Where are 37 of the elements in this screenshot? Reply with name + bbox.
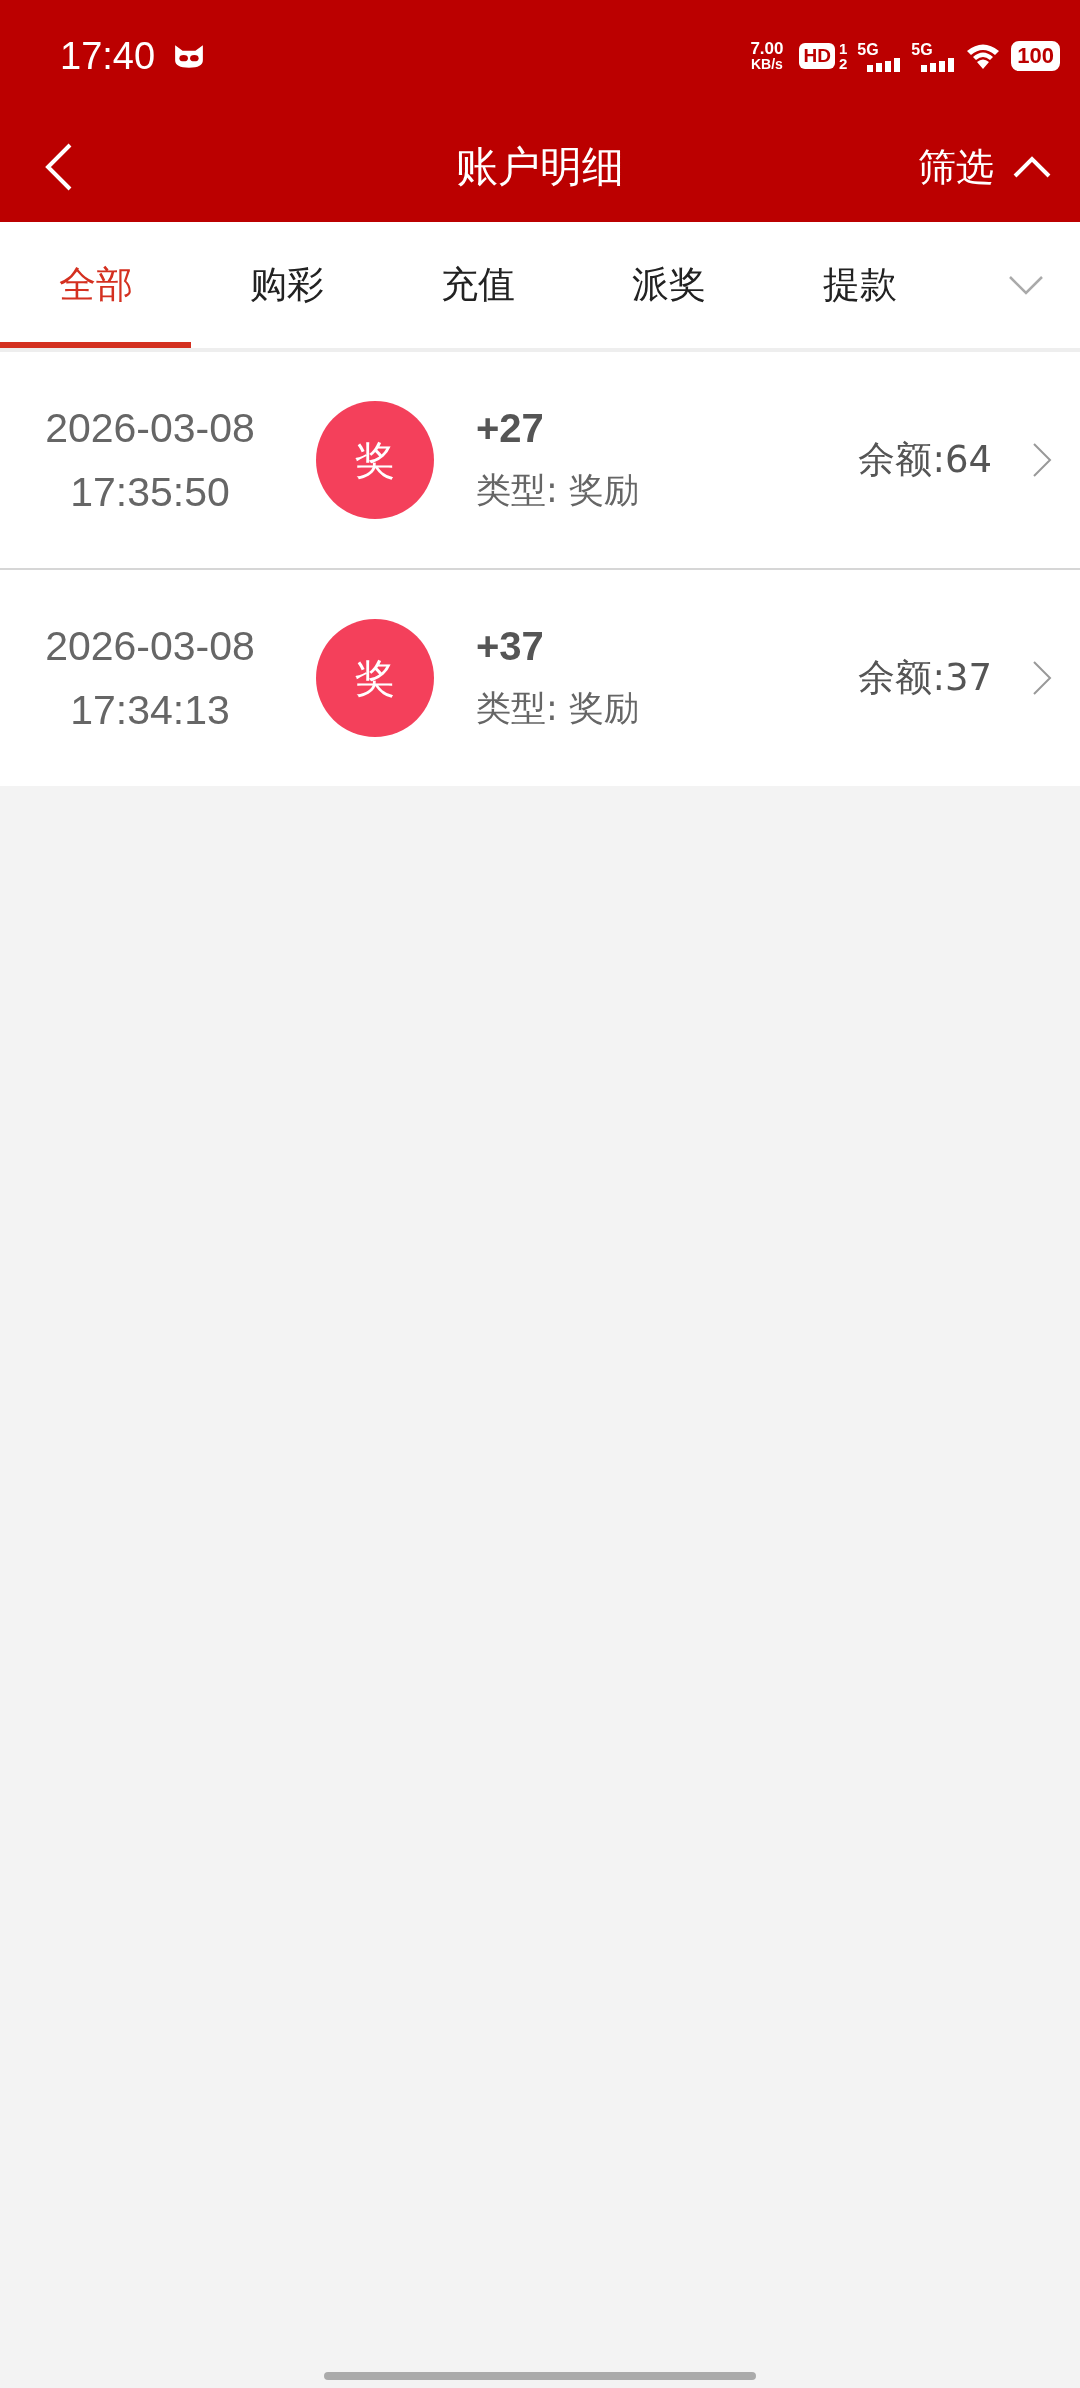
reward-badge: 奖 xyxy=(316,401,434,519)
network-type: 5G xyxy=(911,40,933,58)
record-balance: 余额:64 xyxy=(858,437,992,483)
filter-button[interactable]: 筛选 xyxy=(918,141,994,193)
record-type: 类型: 奖励 xyxy=(476,469,639,512)
record-date: 2026-03-08 xyxy=(45,404,255,453)
tab[interactable]: 提款 xyxy=(764,222,955,348)
net-speed: 7.00 xyxy=(750,40,784,57)
status-time: 17:40 xyxy=(60,34,156,78)
back-icon[interactable] xyxy=(44,142,74,192)
signal-icon xyxy=(867,57,902,72)
record-row[interactable]: 2026-03-08 17:35:50 奖 +27 类型: 奖励 余额:64 xyxy=(0,352,1080,570)
caret-up-icon[interactable] xyxy=(1012,155,1052,179)
record-amount: +27 xyxy=(476,406,545,451)
wifi-icon xyxy=(965,42,1002,70)
tab[interactable]: 购彩 xyxy=(191,222,382,348)
sim-slot-number: 1 xyxy=(838,41,848,56)
record-row[interactable]: 2026-03-08 17:34:13 奖 +37 类型: 奖励 余额:37 xyxy=(0,570,1080,786)
cat-icon xyxy=(173,43,206,69)
chevron-right-icon xyxy=(1032,660,1052,696)
signal-icon xyxy=(921,57,956,72)
reward-badge: 奖 xyxy=(316,619,434,737)
hd-badge: HD xyxy=(799,43,835,69)
record-time: 17:34:13 xyxy=(70,686,230,735)
chevron-right-icon xyxy=(1032,442,1052,478)
record-type: 类型: 奖励 xyxy=(476,687,639,730)
record-balance: 余额:37 xyxy=(858,655,992,701)
record-amount: +37 xyxy=(476,624,545,669)
page-title: 账户明细 xyxy=(456,141,624,193)
record-date: 2026-03-08 xyxy=(45,622,255,671)
record-time: 17:35:50 xyxy=(70,468,230,517)
sim-slot-number: 2 xyxy=(838,56,848,71)
tab[interactable]: 派奖 xyxy=(573,222,764,348)
battery-icon: 100 xyxy=(1011,41,1060,71)
net-speed-unit: KB/s xyxy=(751,57,783,72)
tab[interactable]: 充值 xyxy=(382,222,573,348)
network-type: 5G xyxy=(857,40,879,58)
